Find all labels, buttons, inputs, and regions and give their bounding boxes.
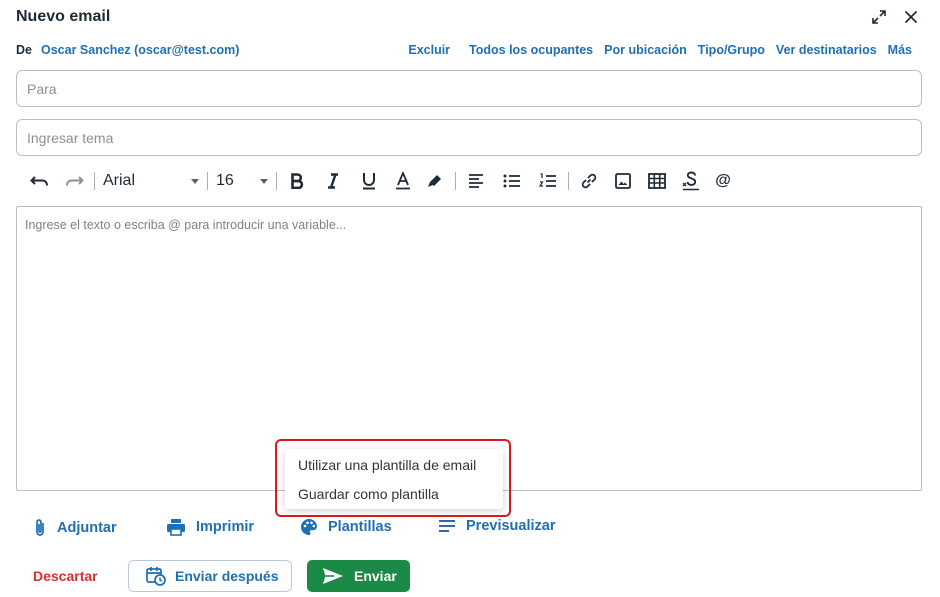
mention-button[interactable]: @ [711, 169, 735, 193]
italic-icon[interactable] [321, 169, 345, 193]
expand-icon[interactable] [870, 8, 888, 26]
use-template-option[interactable]: Utilizar una plantilla de email [298, 457, 476, 473]
save-as-template-option[interactable]: Guardar como plantilla [298, 486, 439, 502]
templates-label: Plantillas [328, 519, 392, 535]
to-field[interactable] [16, 70, 922, 107]
print-label: Imprimir [196, 519, 255, 535]
view-recipients-link[interactable]: Ver destinatarios [776, 43, 877, 57]
from-row: De Oscar Sanchez (oscar@test.com) Exclui… [16, 42, 912, 58]
highlight-icon[interactable] [423, 169, 447, 193]
lines-icon [439, 520, 455, 532]
font-size-value: 16 [216, 172, 234, 189]
redo-icon[interactable] [62, 169, 86, 193]
schedule-icon [146, 567, 166, 586]
exclude-link[interactable]: Excluir [408, 43, 450, 57]
font-family-value: Arial [103, 172, 136, 189]
toolbar-divider [94, 172, 95, 190]
by-location-link[interactable]: Por ubicación [604, 43, 687, 57]
clear-format-icon[interactable] [679, 169, 703, 193]
preview-button[interactable]: Previsualizar [438, 518, 555, 534]
send-later-button[interactable]: Enviar después [128, 560, 292, 592]
image-icon[interactable] [611, 169, 635, 193]
toolbar-divider [276, 172, 277, 190]
preview-label: Previsualizar [466, 518, 556, 534]
editor-placeholder: Ingrese el texto o escriba @ para introd… [25, 218, 347, 232]
templates-button[interactable]: Plantillas [300, 518, 392, 536]
send-icon [323, 568, 343, 584]
toolbar-divider [568, 172, 569, 190]
compose-actions: Adjuntar Imprimir Plantillas Previsualiz… [0, 518, 940, 542]
window-title: Nuevo email [16, 8, 111, 25]
footer: Descartar Enviar después Enviar [0, 560, 940, 592]
printer-icon [167, 519, 185, 536]
link-icon[interactable] [577, 169, 601, 193]
toolbar-divider [455, 172, 456, 190]
all-occupants-link[interactable]: Todos los ocupantes [469, 43, 593, 57]
font-family-select[interactable]: Arial [103, 172, 199, 190]
discard-button[interactable]: Descartar [33, 568, 98, 584]
paperclip-icon [36, 519, 44, 536]
send-later-label: Enviar después [175, 568, 279, 584]
toolbar-divider [207, 172, 208, 190]
text-color-icon[interactable] [391, 169, 415, 193]
chevron-down-icon [260, 178, 268, 184]
table-icon[interactable] [645, 169, 669, 193]
subject-field[interactable] [16, 119, 922, 156]
undo-icon[interactable] [28, 169, 52, 193]
chevron-down-icon [191, 178, 199, 184]
bold-icon[interactable] [285, 169, 309, 193]
window-controls [870, 8, 920, 26]
send-button[interactable]: Enviar [307, 560, 410, 592]
from-sender[interactable]: Oscar Sanchez (oscar@test.com) [41, 43, 239, 57]
align-left-icon[interactable] [464, 169, 488, 193]
palette-icon [301, 519, 317, 535]
type-group-link[interactable]: Tipo/Grupo [698, 43, 765, 57]
underline-icon[interactable] [357, 169, 381, 193]
send-label: Enviar [354, 568, 397, 584]
format-toolbar: Arial 16 @ [28, 168, 735, 194]
print-button[interactable]: Imprimir [166, 518, 254, 536]
close-icon[interactable] [902, 8, 920, 26]
numbered-list-icon[interactable] [536, 169, 560, 193]
bullet-list-icon[interactable] [500, 169, 524, 193]
recipient-options: Excluir Todos los ocupantes Por ubicació… [408, 43, 912, 57]
attach-button[interactable]: Adjuntar [33, 518, 117, 538]
from-label: De [16, 43, 32, 57]
attach-label: Adjuntar [57, 520, 117, 536]
font-size-select[interactable]: 16 [216, 172, 268, 190]
more-link[interactable]: Más [888, 43, 912, 57]
templates-menu: Utilizar una plantilla de email Guardar … [285, 449, 503, 509]
